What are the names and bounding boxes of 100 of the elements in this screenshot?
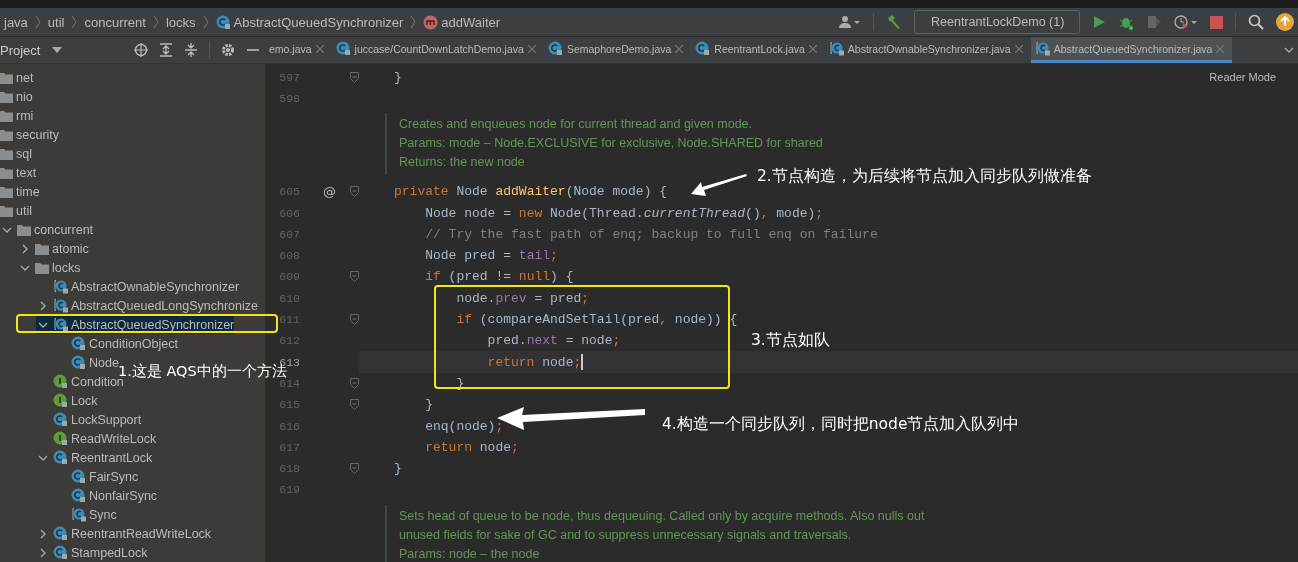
tree-item[interactable]: ReadWriteLock	[36, 429, 157, 448]
chevron-right-icon	[202, 15, 209, 29]
class-icon	[53, 412, 68, 427]
locate-icon[interactable]	[134, 43, 148, 57]
class-icon	[547, 41, 563, 56]
breadcrumb-item[interactable]: concurrent	[84, 14, 146, 30]
breadcrumb-item[interactable]: util	[47, 14, 65, 30]
breadcrumb-item[interactable]: AbstractQueuedSynchronizer	[215, 14, 404, 30]
tree-item[interactable]: AbstractQueuedLongSynchronize	[36, 296, 258, 315]
project-view-selector[interactable]: Project	[0, 42, 63, 58]
editor-tab[interactable]: AbstractOwnableSynchronizer.java	[824, 37, 1031, 63]
fold-icon[interactable]	[350, 271, 359, 283]
chevron-right-icon[interactable]	[20, 243, 30, 254]
code-line: Node pred = tail;	[424, 248, 558, 264]
line-number: 610	[278, 291, 300, 305]
tree-item[interactable]: StampedLock	[36, 543, 148, 562]
tree-item[interactable]: AbstractOwnableSynchronizer	[36, 277, 240, 296]
user-icon[interactable]	[839, 15, 861, 29]
fold-icon[interactable]	[350, 71, 359, 83]
tree-item[interactable]: util	[0, 201, 32, 220]
doc-text: Sets head of queue to be node, thus dequeuing. Called only by acquire methods. Also nulls out unused fields for sake of GC and to suppress unnecessary signals and traversals.	[399, 507, 926, 544]
tree-item[interactable]: Lock	[36, 391, 98, 410]
tree-item[interactable]: Node	[54, 353, 119, 372]
tree-item[interactable]: Sync	[54, 505, 117, 524]
collapse-all-icon[interactable]	[184, 43, 198, 57]
editor-tab[interactable]: SemaphoreDemo.java	[543, 37, 692, 63]
line-number: 607	[278, 227, 300, 241]
line-number: 605	[278, 185, 300, 199]
folder-icon	[0, 128, 13, 141]
tree-item[interactable]: rmi	[0, 106, 34, 125]
tree-item[interactable]: ConditionObject	[54, 334, 178, 353]
profiler-icon[interactable]	[1174, 14, 1198, 30]
doc-text: Returns: the new node	[399, 154, 526, 172]
caret-icon	[52, 47, 63, 53]
class-icon	[335, 41, 351, 56]
class-icon	[215, 14, 231, 30]
settings-icon[interactable]	[221, 43, 235, 57]
reader-mode-link[interactable]: Reader Mode	[1209, 71, 1276, 83]
abstract-class-icon	[53, 317, 68, 332]
hammer-icon[interactable]	[886, 14, 902, 30]
tree-item[interactable]: locks	[18, 258, 81, 277]
close-icon[interactable]	[808, 44, 817, 53]
line-number: 598	[278, 91, 300, 105]
tree-item[interactable]: time	[0, 182, 40, 201]
class-icon	[71, 488, 86, 503]
update-icon[interactable]	[1276, 13, 1294, 31]
chevron-down-icon[interactable]	[1284, 47, 1294, 53]
abstract-class-icon	[53, 279, 68, 294]
tree-item[interactable]: text	[0, 163, 37, 182]
run-configuration-dropdown[interactable]: ReentrantLockDemo (1)	[914, 10, 1080, 34]
chevron-right-icon[interactable]	[38, 300, 48, 311]
chevron-right-icon	[34, 15, 41, 29]
editor-tab[interactable]: emo.java	[265, 37, 332, 63]
fold-icon[interactable]	[350, 377, 359, 389]
breadcrumb-item[interactable]: java	[4, 14, 28, 30]
class-icon	[53, 526, 68, 541]
class-icon	[71, 469, 86, 484]
abstract-class-icon	[53, 298, 68, 313]
breadcrumb-item[interactable]: addWaiter	[423, 14, 501, 30]
tree-item[interactable]: FairSync	[54, 467, 139, 486]
folder-icon	[17, 223, 31, 236]
stop-icon[interactable]	[1210, 15, 1223, 29]
fold-icon[interactable]	[350, 314, 359, 325]
fold-icon[interactable]	[350, 399, 359, 411]
close-icon[interactable]	[675, 44, 684, 53]
run-icon[interactable]	[1092, 15, 1106, 29]
tree-item[interactable]: atomic	[18, 239, 89, 258]
tree-item[interactable]: ReentrantLock	[36, 448, 153, 467]
folder-icon	[0, 204, 13, 217]
code-line: pred.next = node;	[486, 333, 621, 349]
editor-tab[interactable]: ReentrantLock.java	[691, 37, 825, 63]
chevron-right-icon[interactable]	[38, 528, 48, 539]
code-line: node.prev = pred;	[455, 290, 590, 306]
code-line: if (compareAndSetTail(pred, node)) {	[455, 312, 738, 327]
expand-all-icon[interactable]	[159, 43, 173, 57]
class-icon	[53, 545, 68, 560]
close-icon[interactable]	[1014, 44, 1023, 53]
line-number: 617	[278, 440, 300, 454]
folder-icon	[35, 242, 49, 255]
tree-item[interactable]: nio	[0, 87, 33, 106]
class-icon	[53, 450, 68, 465]
fold-icon[interactable]	[350, 463, 359, 475]
tree-item[interactable]: sql	[0, 144, 32, 163]
class-icon	[71, 336, 86, 351]
chevron-right-icon	[71, 15, 78, 29]
close-icon[interactable]	[315, 44, 324, 53]
tree-item[interactable]: concurrent	[0, 220, 94, 239]
tree-item[interactable]: NonfairSync	[54, 486, 158, 505]
editor-tab[interactable]: AbstractQueuedSynchronizer.java	[1030, 37, 1233, 63]
fold-icon[interactable]	[350, 186, 359, 198]
tree-item[interactable]: net	[0, 68, 34, 87]
tree-item[interactable]: ReentrantReadWriteLock	[36, 524, 212, 543]
tree-item[interactable]: security	[0, 125, 60, 144]
breadcrumb-item[interactable]: locks	[165, 14, 196, 30]
tree-item[interactable]: LockSupport	[36, 410, 142, 429]
close-icon[interactable]	[527, 44, 536, 53]
chevron-right-icon[interactable]	[38, 547, 48, 558]
abstract-class-icon	[71, 507, 86, 522]
editor-tab[interactable]: juccase/CountDownLatchDemo.java	[331, 37, 544, 63]
search-icon[interactable]	[1248, 14, 1264, 30]
